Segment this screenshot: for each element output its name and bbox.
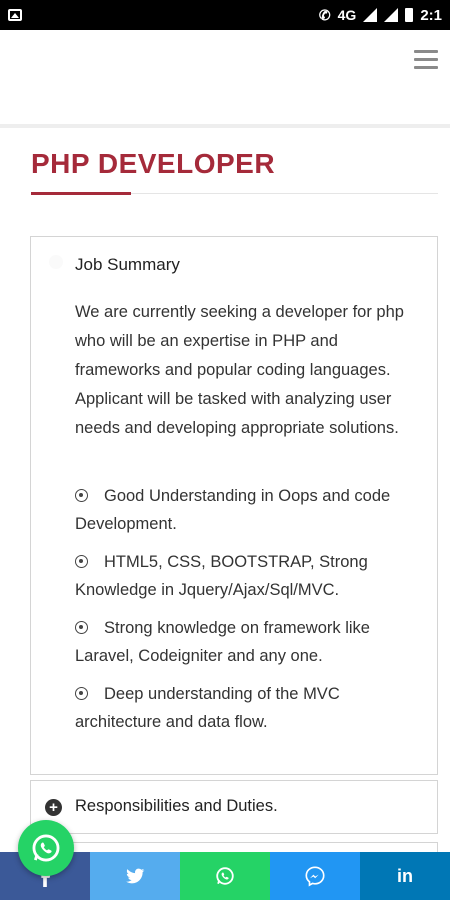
requirements-list: Good Understanding in Oops and code Deve… (75, 482, 425, 746)
radio-bullet-icon (75, 687, 88, 700)
list-item-text: Deep understanding of the MVC architectu… (75, 685, 340, 731)
responsibilities-accordion[interactable]: + Responsibilities and Duties. (30, 780, 438, 834)
status-left (8, 9, 22, 21)
share-linkedin-button[interactable]: in (360, 852, 450, 900)
share-messenger-button[interactable] (270, 852, 360, 900)
job-summary-text: We are currently seeking a developer for… (75, 303, 404, 437)
title-rule (131, 193, 438, 194)
status-bar: ✆ 4G 2:1 (0, 0, 450, 30)
wifi-call-icon: ✆ (318, 6, 331, 23)
menu-icon[interactable] (414, 50, 440, 70)
radio-bullet-icon (75, 621, 88, 634)
list-item-text: Good Understanding in Oops and code Deve… (75, 487, 391, 533)
list-item: Strong knowledge on framework like Larav… (75, 614, 425, 670)
list-item: Deep understanding of the MVC architectu… (75, 680, 425, 736)
signal-icon-2 (384, 8, 399, 22)
share-twitter-button[interactable] (90, 852, 180, 900)
job-summary-panel: Job Summary We are currently seeking a d… (30, 236, 438, 775)
messenger-icon (305, 866, 325, 887)
whatsapp-chat-icon (32, 834, 60, 862)
whatsapp-icon (216, 867, 234, 885)
list-item-text: HTML5, CSS, BOOTSTRAP, Strong Knowledge … (75, 553, 368, 599)
list-item: Good Understanding in Oops and code Deve… (75, 482, 425, 538)
list-item: HTML5, CSS, BOOTSTRAP, Strong Knowledge … (75, 548, 425, 604)
title-underline (31, 192, 131, 195)
header-divider (0, 124, 450, 128)
expand-plus-icon[interactable]: + (45, 799, 62, 816)
linkedin-icon: in (397, 865, 413, 886)
responsibilities-label[interactable]: Responsibilities and Duties. (75, 797, 278, 816)
next-accordion-edge (30, 842, 438, 852)
site-header (0, 30, 450, 125)
signal-icon (363, 8, 378, 22)
radio-bullet-icon (75, 555, 88, 568)
collapse-icon[interactable] (49, 255, 63, 269)
job-summary-heading[interactable]: Job Summary (75, 255, 180, 275)
status-right: ✆ 4G 2:1 (319, 7, 442, 24)
battery-icon (405, 8, 414, 22)
twitter-icon (126, 868, 145, 884)
network-type-label: 4G (337, 7, 357, 23)
clock: 2:1 (420, 6, 442, 24)
image-notification-icon (8, 9, 22, 21)
radio-bullet-icon (75, 489, 88, 502)
list-item-text: Strong knowledge on framework like Larav… (75, 619, 370, 665)
whatsapp-chat-button[interactable] (18, 820, 74, 876)
share-whatsapp-button[interactable] (180, 852, 270, 900)
page-title: PHP DEVELOPER (31, 148, 276, 179)
